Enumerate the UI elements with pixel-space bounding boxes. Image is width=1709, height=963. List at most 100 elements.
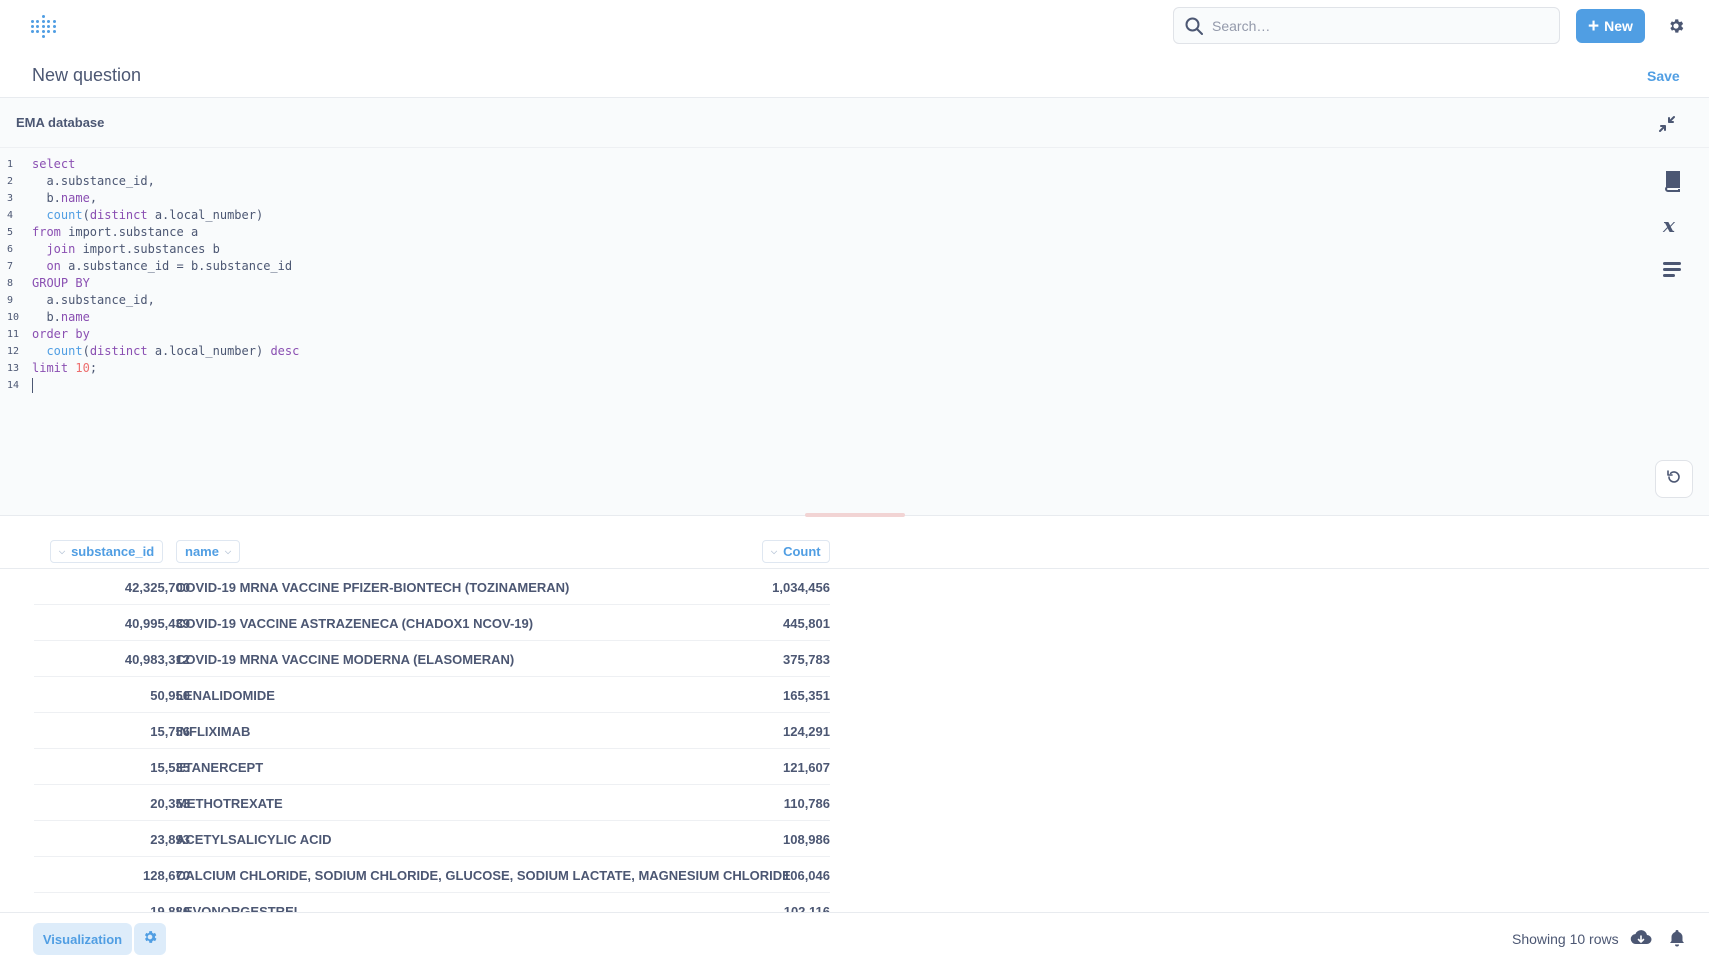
code-text: join import.substances b bbox=[46, 242, 220, 256]
code-line: 10 b.name bbox=[0, 309, 299, 326]
code-text: order by bbox=[32, 327, 90, 341]
cell-count[interactable]: 102,116 bbox=[784, 904, 830, 912]
editor-header: EMA database bbox=[0, 98, 1709, 148]
line-number: 8 bbox=[7, 278, 14, 289]
native-query-editor: EMA database 1 select 2 a.substance_id, 3… bbox=[0, 98, 1709, 517]
cell-name[interactable]: LEVONORGESTREL bbox=[176, 904, 302, 912]
page-title[interactable]: New question bbox=[32, 65, 141, 86]
cell-count[interactable]: 1,034,456 bbox=[772, 580, 830, 595]
line-number: 6 bbox=[7, 244, 14, 255]
column-header-count[interactable]: ⌵ Count bbox=[762, 540, 830, 563]
code-text: limit 10; bbox=[32, 361, 98, 375]
code-line: 3 b.name, bbox=[0, 190, 299, 207]
cell-count[interactable]: 110,786 bbox=[784, 796, 830, 811]
cell-name[interactable]: LENALIDOMIDE bbox=[176, 688, 275, 703]
table-row: 40,995,439 COVID-19 VACCINE ASTRAZENECA … bbox=[34, 605, 830, 641]
table-row: 40,983,312 COVID-19 MRNA VACCINE MODERNA… bbox=[34, 641, 830, 677]
code-line: 8 GROUP BY bbox=[0, 275, 299, 292]
save-button[interactable]: Save bbox=[1647, 68, 1680, 84]
cell-count[interactable]: 108,986 bbox=[783, 832, 830, 847]
plus-icon: + bbox=[1588, 15, 1600, 37]
metabase-logo-icon[interactable] bbox=[31, 15, 57, 38]
code-line: 9 a.substance_id, bbox=[0, 292, 299, 309]
code-text: b.name bbox=[32, 310, 90, 324]
cell-count[interactable]: 165,351 bbox=[783, 688, 830, 703]
cell-name[interactable]: COVID-19 VACCINE ASTRAZENECA (CHADOX1 NC… bbox=[176, 616, 533, 631]
line-number: 13 bbox=[7, 363, 20, 374]
column-header-label: Count bbox=[783, 544, 821, 559]
line-number: 9 bbox=[7, 295, 14, 306]
new-button-label: New bbox=[1604, 18, 1633, 34]
code-line: 1 select bbox=[0, 156, 299, 173]
column-header-substance-id[interactable]: ⌵ substance_id bbox=[50, 540, 164, 563]
code-line: 11 order by bbox=[0, 326, 299, 343]
visualization-button[interactable]: Visualization bbox=[33, 923, 132, 955]
cell-name[interactable]: ACETYLSALICYLIC ACID bbox=[176, 832, 332, 847]
cell-count[interactable]: 121,607 bbox=[783, 760, 830, 775]
code-text: count(distinct a.local_number) bbox=[46, 208, 264, 222]
table-row: 42,325,700 COVID-19 MRNA VACCINE PFIZER-… bbox=[34, 569, 830, 605]
run-query-button[interactable] bbox=[1655, 460, 1693, 498]
chevron-down-icon: ⌵ bbox=[224, 546, 232, 556]
svg-text:x: x bbox=[1662, 214, 1676, 236]
question-header: New question Save bbox=[0, 52, 1709, 98]
line-number: 12 bbox=[7, 346, 20, 357]
table-row: 15,756 INFLIXIMAB 124,291 bbox=[34, 713, 830, 749]
cell-name[interactable]: INFLIXIMAB bbox=[176, 724, 250, 739]
collapse-icon[interactable] bbox=[1658, 115, 1676, 138]
variable-x-icon[interactable]: x bbox=[1661, 213, 1683, 241]
column-header-name[interactable]: name ⌵ bbox=[176, 540, 241, 563]
search-box[interactable] bbox=[1173, 7, 1560, 44]
code-text: count(distinct a.local_number) desc bbox=[46, 344, 300, 358]
cell-count[interactable]: 375,783 bbox=[783, 652, 830, 667]
code-text: a.substance_id, bbox=[32, 174, 155, 188]
table-row: 128,670 CALCIUM CHLORIDE, SODIUM CHLORID… bbox=[34, 857, 830, 893]
text-cursor bbox=[32, 378, 33, 393]
code-text: b.name, bbox=[32, 191, 98, 205]
download-icon[interactable] bbox=[1630, 929, 1652, 952]
code-line: 13 limit 10; bbox=[0, 360, 299, 377]
cell-name[interactable]: COVID-19 MRNA VACCINE MODERNA (ELASOMERA… bbox=[176, 652, 514, 667]
row-count-label: Showing 10 rows bbox=[1512, 931, 1619, 947]
code-line: 4 count(distinct a.local_number) bbox=[0, 207, 299, 224]
code-text: from import.substance a bbox=[32, 225, 199, 239]
line-number: 10 bbox=[7, 312, 20, 323]
bell-icon[interactable] bbox=[1668, 929, 1686, 952]
cell-name[interactable]: ETANERCEPT bbox=[176, 760, 263, 775]
code-line: 14 bbox=[0, 377, 299, 394]
line-number: 5 bbox=[7, 227, 14, 238]
editor-resize-handle[interactable] bbox=[805, 513, 905, 517]
chevron-down-icon: ⌵ bbox=[771, 546, 778, 556]
cell-count[interactable]: 124,291 bbox=[783, 724, 830, 739]
line-number: 2 bbox=[7, 176, 14, 187]
sql-code[interactable]: 1 select 2 a.substance_id, 3 b.name, 4 co… bbox=[0, 156, 299, 394]
table-row: 19,880 LEVONORGESTREL 102,116 bbox=[34, 893, 830, 912]
table-header: ⌵ substance_id name ⌵ ⌵ Count bbox=[0, 520, 1709, 569]
chevron-down-icon: ⌵ bbox=[59, 546, 66, 556]
reference-book-icon[interactable] bbox=[1661, 170, 1683, 197]
gear-icon[interactable] bbox=[1667, 17, 1685, 40]
cell-name[interactable]: CALCIUM CHLORIDE, SODIUM CHLORIDE, GLUCO… bbox=[176, 868, 791, 883]
refresh-icon bbox=[1666, 469, 1682, 490]
search-input[interactable] bbox=[1212, 16, 1542, 36]
line-number: 7 bbox=[7, 261, 14, 272]
cell-name[interactable]: COVID-19 MRNA VACCINE PFIZER-BIONTECH (T… bbox=[176, 580, 569, 595]
column-header-label: name bbox=[185, 544, 219, 559]
code-line: 12 count(distinct a.local_number) desc bbox=[0, 343, 299, 360]
new-button[interactable]: + New bbox=[1576, 9, 1645, 43]
code-text: GROUP BY bbox=[32, 276, 90, 290]
code-text: on a.substance_id = b.substance_id bbox=[46, 259, 293, 273]
line-number: 1 bbox=[7, 159, 14, 170]
code-line: 6 join import.substances b bbox=[0, 241, 299, 258]
snippet-lines-icon[interactable] bbox=[1661, 258, 1683, 285]
database-picker[interactable]: EMA database bbox=[16, 115, 104, 130]
visualization-settings-button[interactable] bbox=[134, 923, 166, 955]
line-number: 14 bbox=[7, 380, 20, 391]
cell-count[interactable]: 445,801 bbox=[783, 616, 830, 631]
cell-count[interactable]: 106,046 bbox=[783, 868, 830, 883]
cell-name[interactable]: METHOTREXATE bbox=[176, 796, 283, 811]
code-text: a.substance_id, bbox=[32, 293, 155, 307]
top-navigation-bar: + New bbox=[0, 0, 1709, 52]
table-row: 23,893 ACETYLSALICYLIC ACID 108,986 bbox=[34, 821, 830, 857]
search-icon bbox=[1185, 17, 1203, 40]
